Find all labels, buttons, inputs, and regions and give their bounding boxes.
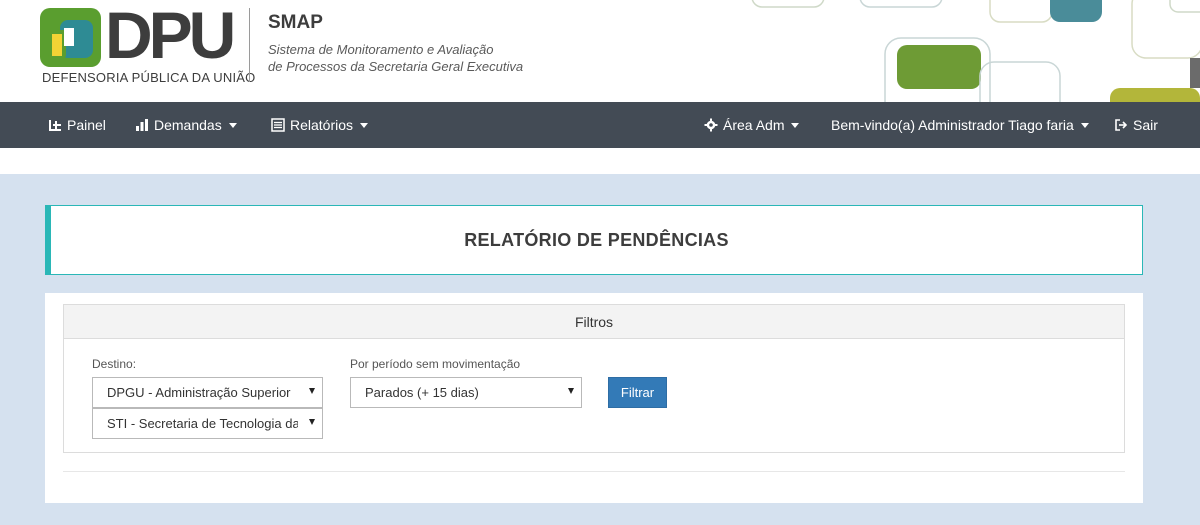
destino-select[interactable]: DPGU - Administração Superior <box>92 377 323 408</box>
filter-button[interactable]: Filtrar <box>608 377 667 408</box>
periodo-select-value: Parados (+ 15 dias) <box>365 385 479 400</box>
main-content: RELATÓRIO DE PENDÊNCIAS Filtros Destino:… <box>0 174 1200 525</box>
chevron-down-icon <box>791 122 800 128</box>
divider <box>63 471 1125 472</box>
nav-painel[interactable]: Painel <box>48 102 106 148</box>
destino-label: Destino: <box>92 357 137 371</box>
chevron-down-icon <box>228 122 237 128</box>
nav-painel-label: Painel <box>67 117 106 133</box>
logo-subtitle: DEFENSORIA PÚBLICA DA UNIÃO <box>42 70 256 85</box>
logo-text: DPU <box>105 0 236 72</box>
nav-relatorios-label: Relatórios <box>290 117 354 133</box>
nav-sair-label: Sair <box>1133 117 1158 133</box>
filters-heading: Filtros <box>64 305 1124 339</box>
decorative-header-art <box>751 0 1200 102</box>
chevron-down-icon <box>1080 122 1089 128</box>
gear-icon <box>704 118 718 132</box>
page-title-box: RELATÓRIO DE PENDÊNCIAS <box>45 205 1143 275</box>
nav-sair[interactable]: Sair <box>1114 102 1158 148</box>
page-title: RELATÓRIO DE PENDÊNCIAS <box>464 229 729 250</box>
nav-relatorios[interactable]: Relatórios <box>271 102 369 148</box>
nav-demandas[interactable]: Demandas <box>135 102 237 148</box>
destino-sub-select-value: STI - Secretaria de Tecnologia da <box>107 416 298 431</box>
main-navbar: Painel Demandas Relatórios Área Adm Bem-… <box>0 102 1200 148</box>
system-desc-line2: de Processos da Secretaria Geral Executi… <box>268 59 524 74</box>
welcome-label: Bem-vindo(a) Administrador Tiago faria <box>831 117 1074 133</box>
nav-demandas-label: Demandas <box>154 117 222 133</box>
dropdown-arrow-icon <box>309 388 315 394</box>
destino-sub-select[interactable]: STI - Secretaria de Tecnologia da <box>92 408 323 439</box>
dropdown-arrow-icon <box>309 419 315 425</box>
system-name: SMAP <box>268 12 323 33</box>
periodo-label: Por período sem movimentação <box>350 357 521 371</box>
system-desc-line1: Sistema de Monitoramento e Avaliação <box>268 42 494 57</box>
filters-container: Filtros Destino: DPGU - Administração Su… <box>45 293 1143 503</box>
bar-chart-icon <box>136 119 148 131</box>
system-description: Sistema de Monitoramento e Avaliação de … <box>268 41 523 75</box>
spacer-strip <box>0 148 1200 174</box>
nav-area-adm-label: Área Adm <box>723 117 785 133</box>
chevron-down-icon <box>360 122 369 128</box>
destino-select-value: DPGU - Administração Superior <box>107 385 291 400</box>
dpu-logo-icon <box>40 8 101 67</box>
dropdown-arrow-icon <box>568 388 574 394</box>
dashboard-icon <box>49 120 61 131</box>
nav-user-menu[interactable]: Bem-vindo(a) Administrador Tiago faria <box>831 102 1089 148</box>
nav-area-adm[interactable]: Área Adm <box>704 102 800 148</box>
logo-divider <box>249 8 250 82</box>
periodo-select[interactable]: Parados (+ 15 dias) <box>350 377 582 408</box>
logout-icon <box>1115 119 1128 131</box>
filters-panel: Filtros Destino: DPGU - Administração Su… <box>63 304 1125 453</box>
report-icon <box>271 118 285 132</box>
header: DPU DEFENSORIA PÚBLICA DA UNIÃO SMAP Sis… <box>0 0 1200 102</box>
